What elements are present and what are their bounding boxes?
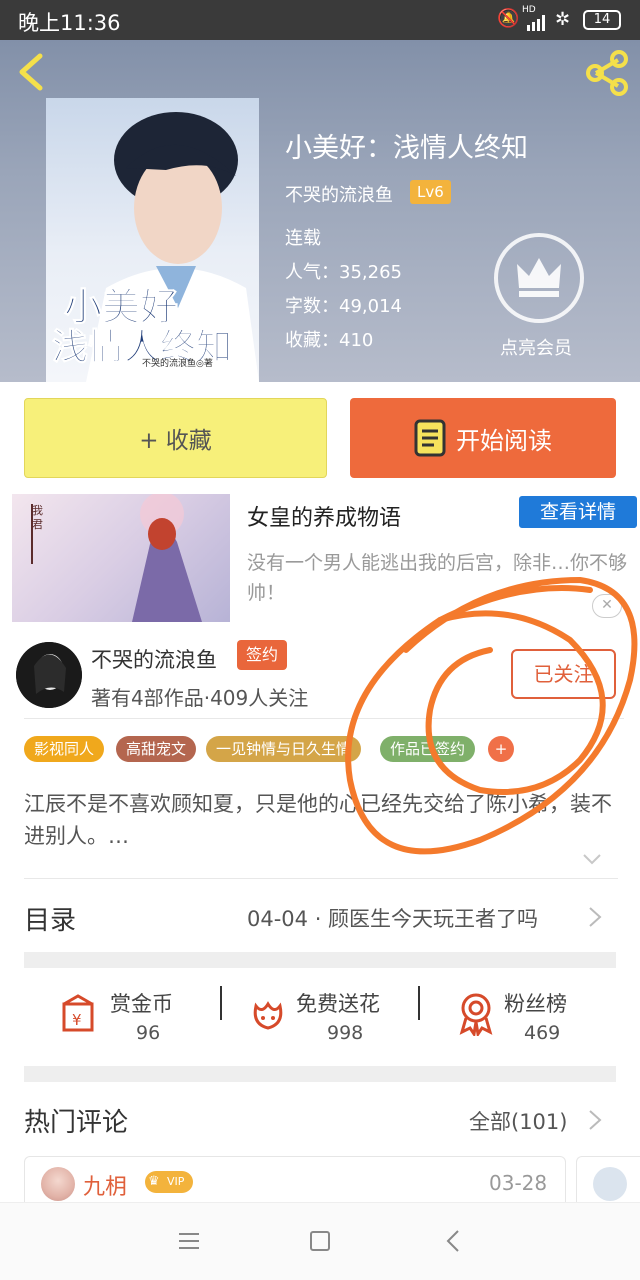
reward-coin-icon: ¥ [62, 994, 94, 1032]
avatar-illustration [16, 642, 82, 708]
reward-value: 96 [136, 1022, 161, 1044]
start-reading-button[interactable]: 开始阅读 [350, 398, 616, 478]
system-nav-bar [0, 1202, 640, 1280]
divider [24, 878, 618, 879]
fan-ranking-button[interactable]: 粉丝榜 469 [420, 978, 616, 1050]
ad-book-title[interactable]: 女皇的养成物语 [247, 500, 401, 532]
divider [24, 718, 624, 719]
view-details-button[interactable]: 查看详情 [519, 496, 637, 528]
commenter-name[interactable]: 九枂 [83, 1169, 127, 1201]
back-button[interactable] [14, 52, 50, 92]
toc-label[interactable]: 目录 [24, 900, 76, 937]
membership-label: 点亮会员 [500, 338, 572, 359]
chevron-left-icon [19, 53, 43, 91]
flower-icon [253, 1001, 283, 1030]
all-comments-link[interactable]: 全部(101) [469, 1106, 567, 1136]
fan-ribbon-icon [459, 993, 493, 1036]
signed-badge: 签约 [237, 640, 288, 670]
book-icon [414, 419, 446, 457]
home-icon[interactable] [310, 1231, 330, 1251]
section-separator [24, 952, 616, 968]
tag-chip[interactable]: 一见钟情与日久生情 [206, 736, 362, 762]
vip-label: VIP [167, 1175, 185, 1188]
ad-book-cover[interactable]: 我 君 [12, 494, 230, 622]
hot-comments-heading: 热门评论 [24, 1108, 129, 1138]
fan-value: 469 [524, 1022, 561, 1044]
commenter-avatar[interactable] [593, 1167, 627, 1201]
add-favorite-button[interactable]: + 收藏 [24, 398, 327, 478]
cover-author: 不哭的流浪鱼◎著 [142, 359, 213, 369]
expand-chevron-icon[interactable] [582, 852, 602, 866]
svg-text:我: 我 [32, 504, 43, 517]
author-name-link[interactable]: 不哭的流浪鱼 [285, 181, 393, 207]
chevron-right-icon [588, 1109, 602, 1131]
status-bar: 晚上11:36 🔕 HD ✲ 14 [0, 0, 640, 40]
status-time: 晚上11:36 [18, 11, 121, 35]
crown-icon: ♛ [148, 1174, 160, 1189]
word-count-stat: 字数：49,014 [285, 296, 402, 317]
serial-status: 连载 [285, 228, 321, 249]
menu-icon[interactable] [178, 1231, 200, 1251]
commenter-avatar[interactable] [41, 1167, 75, 1201]
author-stats: 著有4部作品·409人关注 [91, 686, 309, 710]
ad-description: 没有一个男人能逃出我的后宫，除非…你不够帅！ [247, 552, 628, 604]
reward-label: 赏金币 [110, 992, 173, 1016]
vip-badge: ♛ VIP [145, 1171, 193, 1193]
signal-icon [527, 12, 545, 31]
battery-icon: 14 [583, 10, 621, 30]
ad-cover-illustration: 我 君 [31, 494, 202, 622]
ad-close-icon[interactable]: ✕ [592, 594, 622, 618]
comment-date: 03-28 [489, 1171, 548, 1195]
add-tag-button[interactable]: + [488, 736, 514, 762]
latest-chapter[interactable]: 04-04 · 顾医生今天玩王者了吗 [247, 903, 538, 933]
reward-coins-button[interactable]: ¥ 赏金币 96 [24, 978, 220, 1050]
tag-chip[interactable]: 影视同人 [24, 736, 105, 762]
tag-chip[interactable]: 作品已签约 [380, 736, 476, 762]
author-level-badge: Lv6 [410, 180, 451, 204]
section-separator [24, 1066, 616, 1082]
back-icon[interactable] [446, 1229, 460, 1253]
svg-text:¥: ¥ [72, 1011, 82, 1029]
flower-value: 998 [327, 1022, 364, 1044]
pinwheel-icon: ✲ [555, 9, 571, 30]
follow-button[interactable]: 已关注 [511, 649, 616, 699]
send-flower-button[interactable]: 免费送花 998 [222, 978, 418, 1050]
book-title: 小美好：浅情人终知 [285, 133, 528, 164]
favorites-stat: 收藏：410 [285, 330, 374, 351]
synopsis-text: 江辰不是不喜欢顾知夏，只是他的心已经先交给了陈小希，装不进别人。… [24, 792, 612, 848]
flower-label: 免费送花 [296, 992, 380, 1016]
svg-text:君: 君 [32, 518, 43, 531]
crown-icon [494, 233, 584, 323]
start-reading-label: 开始阅读 [456, 426, 552, 455]
membership-button[interactable] [493, 232, 585, 324]
share-button[interactable] [584, 50, 630, 96]
book-cover[interactable]: 小美好 浅情人终知 不哭的流浪鱼◎著 [46, 98, 259, 382]
popularity-stat: 人气：35,265 [285, 262, 402, 283]
chevron-right-icon [588, 906, 602, 928]
book-detail-screen: 晚上11:36 🔕 HD ✲ 14 小美好 浅情人终知 不哭的流浪鱼◎著 小美好… [0, 0, 640, 1280]
mute-icon: 🔕 [497, 8, 520, 29]
author-card-name[interactable]: 不哭的流浪鱼 [91, 644, 217, 674]
tag-chip[interactable]: 高甜宠文 [116, 736, 197, 762]
fan-label: 粉丝榜 [504, 992, 567, 1016]
share-icon [586, 50, 628, 96]
author-avatar[interactable] [16, 642, 82, 708]
